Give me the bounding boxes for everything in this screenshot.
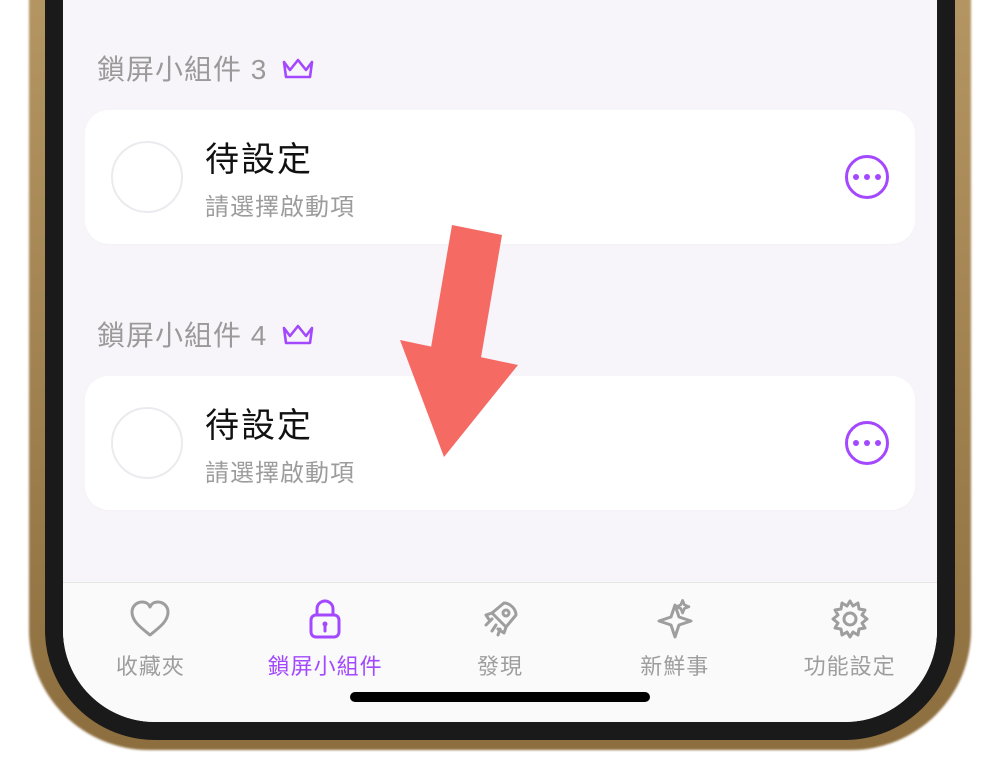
tab-discover[interactable]: 發現	[425, 597, 575, 681]
tab-lockscreen-widgets[interactable]: 鎖屏小組件	[250, 597, 400, 681]
widget-card-subtitle: 請選擇啟動項	[205, 453, 823, 488]
widget-section-4: 鎖屏小組件 4 待設定 請選擇啟動項	[85, 314, 915, 510]
lock-icon	[305, 597, 345, 641]
widget-card-title: 待設定	[205, 398, 823, 447]
tab-settings[interactable]: 功能設定	[775, 597, 925, 681]
tab-label: 發現	[477, 649, 523, 681]
widget-card-text: 待設定 請選擇啟動項	[205, 132, 823, 222]
more-options-button[interactable]	[845, 421, 889, 465]
widget-card-title: 待設定	[205, 132, 823, 181]
tab-favorites[interactable]: 收藏夾	[75, 597, 225, 681]
phone-frame: 鎖屏小組件 3 待設定 請選擇啟動項	[45, 0, 955, 740]
tab-whats-new[interactable]: 新鮮事	[600, 597, 750, 681]
section-header: 鎖屏小組件 4	[85, 314, 915, 354]
app-screen: 鎖屏小組件 3 待設定 請選擇啟動項	[63, 0, 937, 722]
crown-icon	[281, 54, 315, 82]
widget-thumbnail	[111, 141, 183, 213]
tab-label: 新鮮事	[640, 649, 709, 681]
widget-thumbnail	[111, 407, 183, 479]
home-indicator[interactable]	[350, 692, 650, 702]
heart-icon	[128, 597, 172, 641]
widget-card[interactable]: 待設定 請選擇啟動項	[85, 110, 915, 244]
widget-card[interactable]: 待設定 請選擇啟動項	[85, 376, 915, 510]
sparkle-icon	[653, 597, 697, 641]
gear-icon	[828, 597, 872, 641]
tab-label: 功能設定	[804, 649, 896, 681]
rocket-icon	[478, 597, 522, 641]
widget-list: 鎖屏小組件 3 待設定 請選擇啟動項	[63, 0, 937, 582]
widget-card-subtitle: 請選擇啟動項	[205, 187, 823, 222]
crown-icon	[281, 320, 315, 348]
section-title: 鎖屏小組件 3	[97, 48, 267, 88]
tab-label: 收藏夾	[116, 649, 185, 681]
widget-card-text: 待設定 請選擇啟動項	[205, 398, 823, 488]
more-options-button[interactable]	[845, 155, 889, 199]
widget-section-3: 鎖屏小組件 3 待設定 請選擇啟動項	[85, 48, 915, 244]
section-title: 鎖屏小組件 4	[97, 314, 267, 354]
section-header: 鎖屏小組件 3	[85, 48, 915, 88]
tab-label: 鎖屏小組件	[268, 649, 383, 681]
